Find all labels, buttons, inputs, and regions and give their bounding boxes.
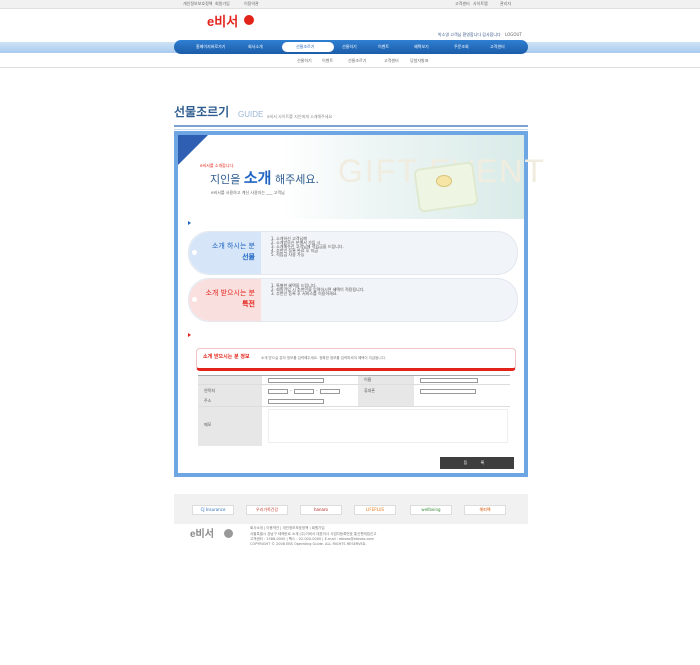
nav-tab-ask-gift[interactable]: 선물조르기 — [296, 45, 314, 49]
subnav-item[interactable]: 당첨자발표 — [410, 59, 428, 63]
footer-logo-badge-icon — [224, 529, 233, 538]
receiver-panel-header: 소개 받으시는 분 특전 — [189, 279, 261, 321]
form-note: 소개 받으실 분의 정보를 입력해주세요. 정확한 정보를 입력하셔야 혜택이 … — [261, 356, 386, 360]
partner-logo[interactable]: LIFEPLUS — [354, 505, 396, 515]
page-title: 선물조르기 — [174, 105, 230, 119]
logout-link[interactable]: LOGOUT — [505, 33, 522, 37]
top-link-terms[interactable]: 이용약관 — [244, 2, 259, 6]
partner-logo[interactable]: hanaro — [300, 505, 342, 515]
site-logo-text: e비서 — [207, 14, 239, 29]
banner-headline-em: 소개 — [243, 169, 272, 187]
partner-logo[interactable]: wellbeing — [410, 505, 452, 515]
banner-headline-post: 해주세요. — [271, 173, 319, 186]
form-label-email: 이름 — [364, 377, 372, 382]
subnav-item[interactable]: 이벤트 — [322, 59, 333, 63]
address-input[interactable] — [268, 399, 324, 404]
partner-logo[interactable]: CJ Insurance — [192, 505, 234, 515]
section-arrow-icon — [188, 333, 191, 337]
top-link-admin[interactable]: 관리자 — [500, 2, 511, 6]
subnav-item[interactable]: 선물조르기 — [348, 59, 366, 63]
giver-benefit-panel: 소개 하시는 분 선물 1. 소개하신 고객님께 2. 소개받으신 분께서 가입… — [188, 231, 518, 275]
top-utility-bar: 개인정보보호정책 회원가입 이용약관 고객센터 사이트맵 관리자 — [0, 0, 700, 9]
page-description: e비서 사이트를 지인에게 소개해주세요 — [267, 114, 333, 119]
subnav-item[interactable]: 선물하기 — [297, 59, 312, 63]
promo-banner: GIFT EVENT e비서를 소개합니다. 지인을 소개 해주세요. e비서를… — [178, 135, 544, 219]
banner-subtext: e비서를 사용하고 계신 사용자는 ___ 고객님 — [211, 190, 285, 195]
form-header: 소개 받으시는 분 정보 소개 받으실 분의 정보를 입력해주세요. 정확한 정… — [196, 348, 516, 371]
giver-title-line1: 소개 하시는 분 — [211, 242, 255, 250]
banner-headline: 지인을 소개 해주세요. — [210, 171, 319, 186]
form-row-divider — [198, 406, 510, 407]
submit-button[interactable]: 등 록 — [440, 457, 514, 469]
receiver-benefit-panel: 소개 받으시는 분 특전 1. 특별한 혜택을 드립니다. 2. 회원가입 시 … — [188, 278, 518, 322]
footer-logo: e비서 — [190, 529, 214, 540]
site-logo[interactable]: e비서 — [207, 15, 238, 28]
footer-copyright: COPYRIGHT © 2008 EBS Operating Guide. AL… — [250, 542, 367, 546]
nav-tab-cs[interactable]: 고객센터 — [490, 45, 505, 49]
top-link-join[interactable]: 회원가입 — [215, 2, 230, 6]
form-title: 소개 받으시는 분 정보 — [203, 354, 250, 360]
mobile-input[interactable] — [420, 389, 476, 394]
content-box-inner: GIFT EVENT e비서를 소개합니다. 지인을 소개 해주세요. e비서를… — [178, 135, 544, 473]
list-item: 5. 적립금 사용 가능 — [271, 252, 305, 257]
title-rule — [174, 125, 528, 127]
logo-badge-icon — [244, 15, 254, 25]
nav-tab-give-gift[interactable]: 선물하기 — [342, 45, 357, 49]
section-arrow-icon — [188, 221, 191, 225]
receiver-title-line2: 특전 — [242, 300, 255, 308]
form-label-mobile: 휴대폰 — [364, 388, 376, 393]
top-link-sitemap[interactable]: 사이트맵 — [473, 2, 488, 6]
footer-contact: 고객센터 : 1588-0000 | 팩스 : 02-000-0000 | E-… — [250, 537, 374, 541]
receiver-benefit-list: 1. 특별한 혜택을 드립니다. 2. 회원가입 시 추천인을 입력하시면 혜택… — [271, 284, 365, 296]
form-label-cell — [198, 376, 262, 384]
phone-separator: - — [290, 388, 292, 393]
footer-links[interactable]: 회사소개 | 이용약관 | 개인정보보호정책 | 회원가입 — [250, 526, 325, 531]
gift-bow-icon — [436, 175, 452, 187]
nav-tab-benefit[interactable]: 혜택보기 — [414, 45, 429, 49]
banner-corner-decoration — [178, 135, 208, 165]
bullet-icon — [192, 250, 197, 255]
header-divider — [0, 67, 700, 68]
nav-tab-order[interactable]: 주문조회 — [454, 45, 469, 49]
email-input[interactable] — [420, 378, 478, 383]
top-link-cs[interactable]: 고객센터 — [455, 2, 470, 6]
bullet-icon — [192, 297, 197, 302]
nav-home[interactable]: 홈페이지바로가기 — [196, 45, 225, 49]
partner-logo[interactable]: 우리가족건강 — [246, 505, 288, 515]
receiver-title-line1: 소개 받으시는 분 — [205, 289, 255, 297]
phone-input-2[interactable] — [294, 389, 314, 394]
form-label-address: 주소 — [204, 398, 212, 403]
nav-company[interactable]: 회사소개 — [248, 45, 263, 49]
banner-small-text: e비서를 소개합니다. — [200, 163, 235, 168]
page-title-en: GUIDE — [238, 110, 264, 119]
top-link-privacy[interactable]: 개인정보보호정책 — [183, 2, 212, 6]
subnav-item[interactable]: 고객센터 — [384, 59, 399, 63]
memo-textarea[interactable] — [268, 409, 508, 443]
title-rule-thin — [174, 129, 528, 130]
phone-separator: - — [316, 388, 318, 393]
partner-banner-strip: CJ Insurance 우리가족건강 hanaro LIFEPLUS well… — [174, 494, 528, 524]
banner-headline-pre: 지인을 — [210, 173, 244, 186]
nav-tab-event[interactable]: 이벤트 — [378, 45, 389, 49]
referral-form: 이름 연락처 - - 휴대폰 주소 메모 — [198, 375, 510, 446]
partner-logo[interactable]: 해피팩 — [464, 505, 506, 515]
list-item: 3. 추천인 등록 후 서비스를 이용하세요. — [271, 291, 338, 296]
gift-box-icon — [413, 161, 479, 213]
footer-address: 서울특별시 강남구 테헤란로 소재 (주)이비서 대표이사 사업자등록번호 통신… — [250, 532, 377, 536]
form-label-memo: 메모 — [204, 422, 212, 427]
giver-panel-header: 소개 하시는 분 선물 — [189, 232, 261, 274]
form-label-phone: 연락처 — [204, 388, 216, 393]
giver-title-line2: 선물 — [242, 253, 255, 261]
user-greeting: 박소영 고객님 환영합니다 감사합니다 — [438, 32, 501, 37]
phone-input-1[interactable] — [268, 389, 288, 394]
phone-input-3[interactable] — [320, 389, 340, 394]
form-row-divider — [198, 384, 510, 385]
content-box: GIFT EVENT e비서를 소개합니다. 지인을 소개 해주세요. e비서를… — [174, 131, 544, 477]
giver-benefit-list: 1. 소개하신 고객님께 2. 소개받으신 분께서 가입 시 3. 소개해주신 … — [271, 237, 344, 257]
name-input[interactable] — [268, 378, 324, 383]
